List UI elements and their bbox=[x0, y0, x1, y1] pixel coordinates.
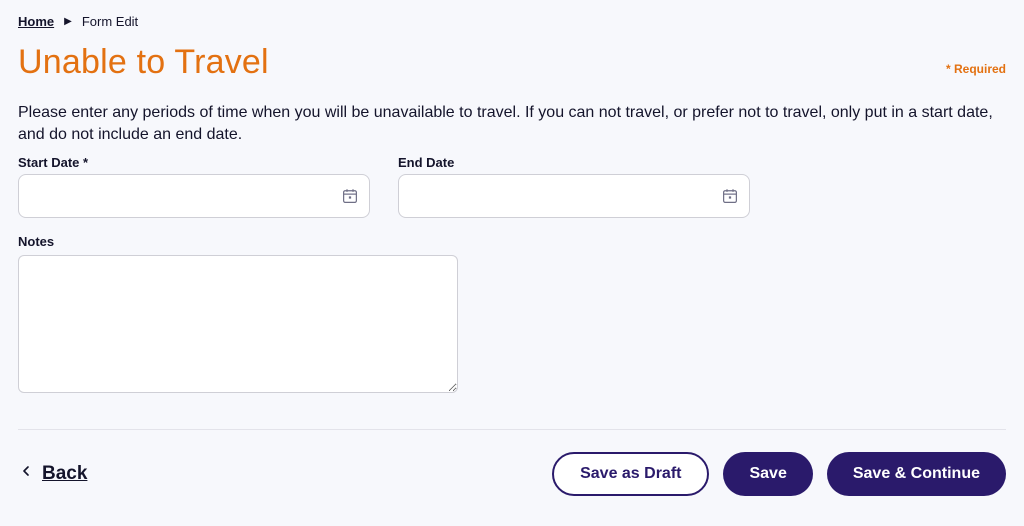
save-button[interactable]: Save bbox=[723, 452, 812, 496]
end-date-label: End Date bbox=[398, 155, 750, 170]
chevron-right-icon: ▶ bbox=[64, 16, 72, 27]
page-header: Unable to Travel * Required bbox=[18, 43, 1006, 82]
page-title: Unable to Travel bbox=[18, 43, 269, 82]
notes-textarea[interactable] bbox=[18, 255, 458, 393]
back-link[interactable]: Back bbox=[18, 463, 87, 485]
calendar-icon[interactable] bbox=[720, 186, 740, 206]
back-link-label: Back bbox=[42, 463, 87, 485]
calendar-icon[interactable] bbox=[340, 186, 360, 206]
form-instructions: Please enter any periods of time when yo… bbox=[18, 102, 1006, 147]
breadcrumb: Home ▶ Form Edit bbox=[18, 14, 1006, 29]
end-date-field: End Date bbox=[398, 155, 750, 218]
save-and-continue-button[interactable]: Save & Continue bbox=[827, 452, 1006, 496]
start-date-label: Start Date * bbox=[18, 155, 370, 170]
start-date-input[interactable] bbox=[18, 174, 370, 218]
end-date-input[interactable] bbox=[398, 174, 750, 218]
breadcrumb-current: Form Edit bbox=[82, 14, 138, 29]
required-indicator: * Required bbox=[946, 62, 1006, 76]
breadcrumb-home-link[interactable]: Home bbox=[18, 14, 54, 29]
save-as-draft-button[interactable]: Save as Draft bbox=[552, 452, 709, 496]
notes-field: Notes bbox=[18, 234, 1006, 393]
arrow-left-icon bbox=[18, 463, 34, 485]
form-footer: Back Save as Draft Save Save & Continue bbox=[18, 452, 1006, 496]
notes-label: Notes bbox=[18, 234, 1006, 249]
start-date-field: Start Date * bbox=[18, 155, 370, 218]
divider bbox=[18, 429, 1006, 430]
